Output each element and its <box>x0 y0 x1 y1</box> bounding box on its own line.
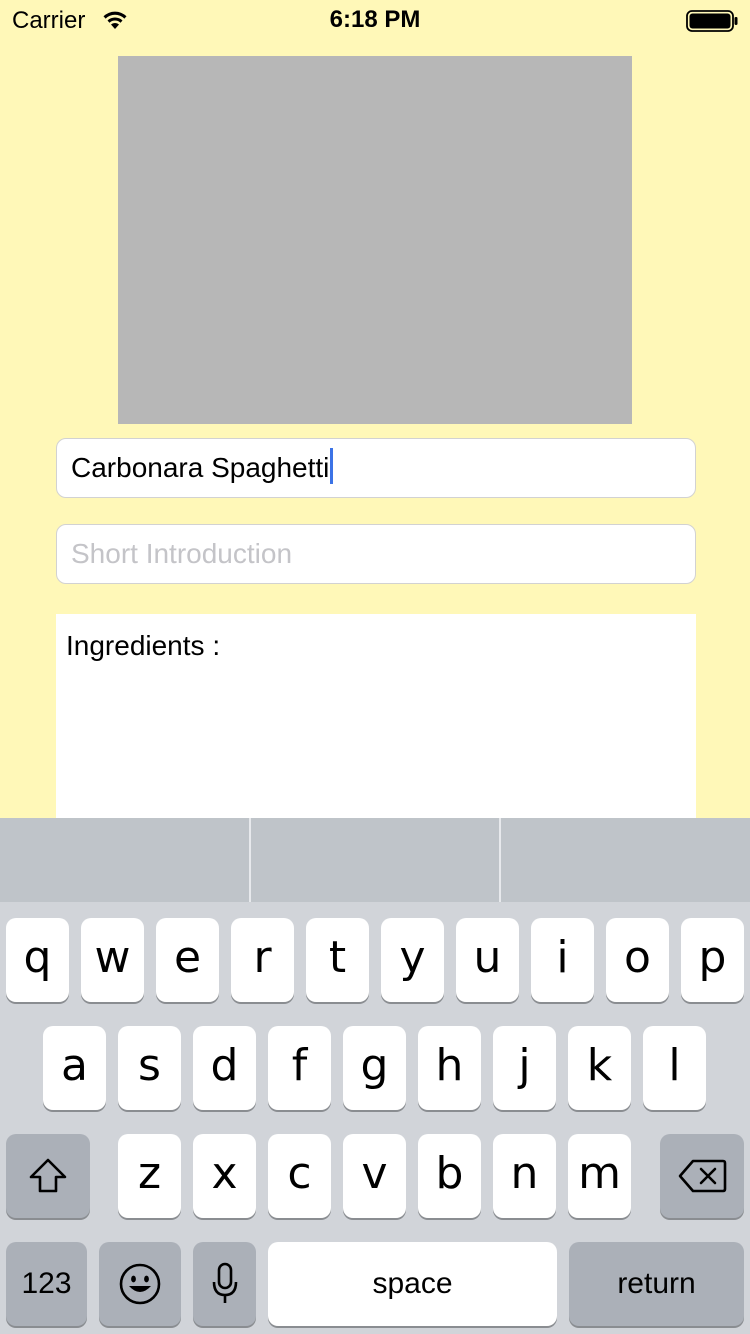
return-key[interactable]: return <box>569 1242 744 1326</box>
emoji-icon <box>119 1263 161 1305</box>
key-k[interactable]: k <box>568 1026 631 1110</box>
delete-key[interactable] <box>660 1134 744 1218</box>
clock: 6:18 PM <box>329 6 421 33</box>
key-b[interactable]: b <box>418 1134 481 1218</box>
key-p[interactable]: p <box>681 918 744 1002</box>
battery-icon <box>686 10 738 32</box>
shift-icon <box>29 1158 67 1193</box>
key-r[interactable]: r <box>231 918 294 1002</box>
ingredients-text: Ingredients : <box>66 630 221 661</box>
status-bar: Carrier 6:18 PM <box>0 0 750 40</box>
dictation-key[interactable] <box>193 1242 256 1326</box>
key-m[interactable]: m <box>568 1134 631 1218</box>
recipe-photo[interactable] <box>118 56 632 424</box>
key-h[interactable]: h <box>418 1026 481 1110</box>
key-v[interactable]: v <box>343 1134 406 1218</box>
key-i[interactable]: i <box>531 918 594 1002</box>
backspace-icon <box>678 1159 727 1193</box>
keyboard: q w e r t y u i o p a s d f g h j k l z … <box>0 818 750 1334</box>
key-z[interactable]: z <box>118 1134 181 1218</box>
numbers-key[interactable]: 123 <box>6 1242 87 1326</box>
key-e[interactable]: e <box>156 918 219 1002</box>
key-y[interactable]: y <box>381 918 444 1002</box>
shift-key[interactable] <box>6 1134 90 1218</box>
suggestion-slot[interactable] <box>499 818 750 902</box>
key-t[interactable]: t <box>306 918 369 1002</box>
key-d[interactable]: d <box>193 1026 256 1110</box>
key-c[interactable]: c <box>268 1134 331 1218</box>
key-f[interactable]: f <box>268 1026 331 1110</box>
text-cursor <box>330 448 334 484</box>
key-n[interactable]: n <box>493 1134 556 1218</box>
key-q[interactable]: q <box>6 918 69 1002</box>
key-u[interactable]: u <box>456 918 519 1002</box>
ingredients-textarea[interactable]: Ingredients : <box>56 614 696 824</box>
predictive-bar <box>0 818 750 902</box>
key-l[interactable]: l <box>643 1026 706 1110</box>
space-key[interactable]: space <box>268 1242 557 1326</box>
key-j[interactable]: j <box>493 1026 556 1110</box>
key-s[interactable]: s <box>118 1026 181 1110</box>
key-o[interactable]: o <box>606 918 669 1002</box>
key-x[interactable]: x <box>193 1134 256 1218</box>
suggestion-slot[interactable] <box>248 818 500 902</box>
key-a[interactable]: a <box>43 1026 106 1110</box>
key-g[interactable]: g <box>343 1026 406 1110</box>
short-introduction-field[interactable]: Short Introduction <box>56 524 696 584</box>
key-w[interactable]: w <box>81 918 144 1002</box>
suggestion-slot[interactable] <box>0 818 249 902</box>
recipe-name-value: Carbonara Spaghetti <box>71 452 330 483</box>
recipe-name-field[interactable]: Carbonara Spaghetti <box>56 438 696 498</box>
microphone-icon <box>212 1262 237 1303</box>
short-introduction-placeholder: Short Introduction <box>71 538 293 569</box>
emoji-key[interactable] <box>99 1242 181 1326</box>
